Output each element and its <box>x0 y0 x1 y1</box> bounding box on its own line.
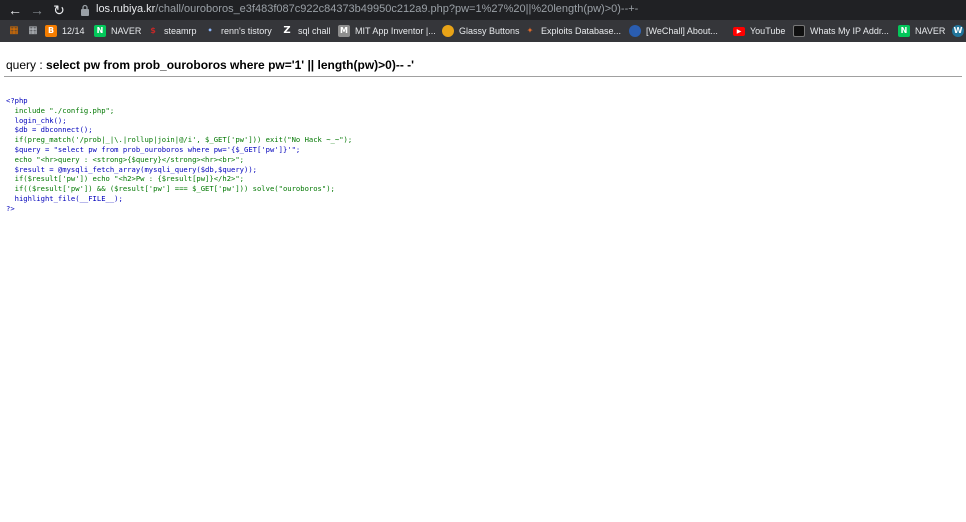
code-line: highlight_file(__FILE__); <box>6 193 123 203</box>
bookmark-apps[interactable]: ▦ <box>8 23 25 39</box>
bookmark-icon: ▦ <box>28 25 38 36</box>
divider <box>4 76 962 77</box>
query-label: query : <box>6 58 47 72</box>
naver-icon: N <box>94 25 106 37</box>
lock-icon[interactable] <box>80 4 90 16</box>
code-line: login_chk(); <box>6 115 67 125</box>
bookmark-item-8[interactable]: ✦ Exploits Database... <box>524 23 621 39</box>
php-source-code: <?php include "./config.php"; login_chk(… <box>6 96 352 214</box>
bookmark-reading-list[interactable]: ▦ <box>27 23 44 39</box>
code-line: if(($result['pw']) && ($result['pw'] ===… <box>6 184 335 194</box>
bookmark-item-13[interactable]: W <box>952 23 964 39</box>
reload-icon[interactable]: ↻ <box>50 1 68 19</box>
bookmark-item-1[interactable]: B 12/14 <box>45 23 85 39</box>
bookmark-item-7[interactable]: Glassy Buttons <box>442 23 520 39</box>
code-line: $db = dbconnect(); <box>6 125 93 135</box>
bookmark-item-3[interactable]: $ steamrp <box>147 23 196 39</box>
code-line: <?php <box>6 96 28 105</box>
address-bar[interactable]: los.rubiya.kr/chall/ouroboros_e3f483f087… <box>96 3 638 15</box>
query-line: query : select pw from prob_ouroboros wh… <box>6 58 414 72</box>
bookmark-item-5[interactable]: Z sql chall <box>281 23 330 39</box>
bookmark-item-12[interactable]: N NAVER <box>898 23 945 39</box>
code-line: $query = "select pw from prob_ouroboros … <box>6 144 301 154</box>
bookmark-item-11[interactable]: Whats My IP Addr... <box>793 23 889 39</box>
code-line: include "./config.php"; <box>6 105 115 115</box>
query-sql: select pw from prob_ouroboros where pw='… <box>46 58 415 72</box>
youtube-icon: ▶ <box>733 26 745 36</box>
apps-grid-icon: ▦ <box>9 25 19 36</box>
code-line: echo "<hr>query : <strong>{$query}</stro… <box>6 154 244 164</box>
url-host: los.rubiya.kr <box>96 3 156 15</box>
bookmark-item-6[interactable]: M MIT App Inventor |... <box>338 23 436 39</box>
code-line: if(preg_match('/prob|_|\.|rollup|join|@/… <box>6 135 353 145</box>
bookmark-item-10[interactable]: ▶ YouTube <box>733 23 785 39</box>
bookmark-item-2[interactable]: N NAVER <box>94 23 141 39</box>
blogger-icon: B <box>45 25 57 37</box>
wordpress-icon: W <box>952 25 964 37</box>
code-line: ?> <box>6 203 15 213</box>
tistory-icon: • <box>207 26 213 35</box>
wechall-icon <box>629 25 641 37</box>
z-icon: Z <box>283 25 291 36</box>
bookmarks-bar: ▦ ▦ B 12/14 N NAVER $ steamrp • renn's t… <box>0 20 966 42</box>
code-line: $result = @mysqli_fetch_array(mysqli_que… <box>6 164 257 174</box>
forward-arrow-icon[interactable]: → <box>28 1 46 19</box>
code-line: if($result['pw']) echo "<h2>Pw : {$resul… <box>6 174 244 184</box>
mit-icon: M <box>338 25 350 37</box>
url-path: /chall/ouroboros_e3f483f087c922c84373b49… <box>155 3 639 15</box>
bookmark-item-9[interactable]: [WeChall] About... <box>629 23 718 39</box>
bookmark-item-4[interactable]: • renn's tistory <box>204 23 271 39</box>
naver-icon: N <box>898 25 910 37</box>
back-arrow-icon[interactable]: ← <box>6 1 24 19</box>
glassy-icon <box>442 25 454 37</box>
ip-icon <box>793 25 805 37</box>
dollar-icon: $ <box>150 26 156 35</box>
browser-toolbar: ← → ↻ los.rubiya.kr/chall/ouroboros_e3f4… <box>0 0 966 20</box>
exploitdb-icon: ✦ <box>526 26 534 35</box>
